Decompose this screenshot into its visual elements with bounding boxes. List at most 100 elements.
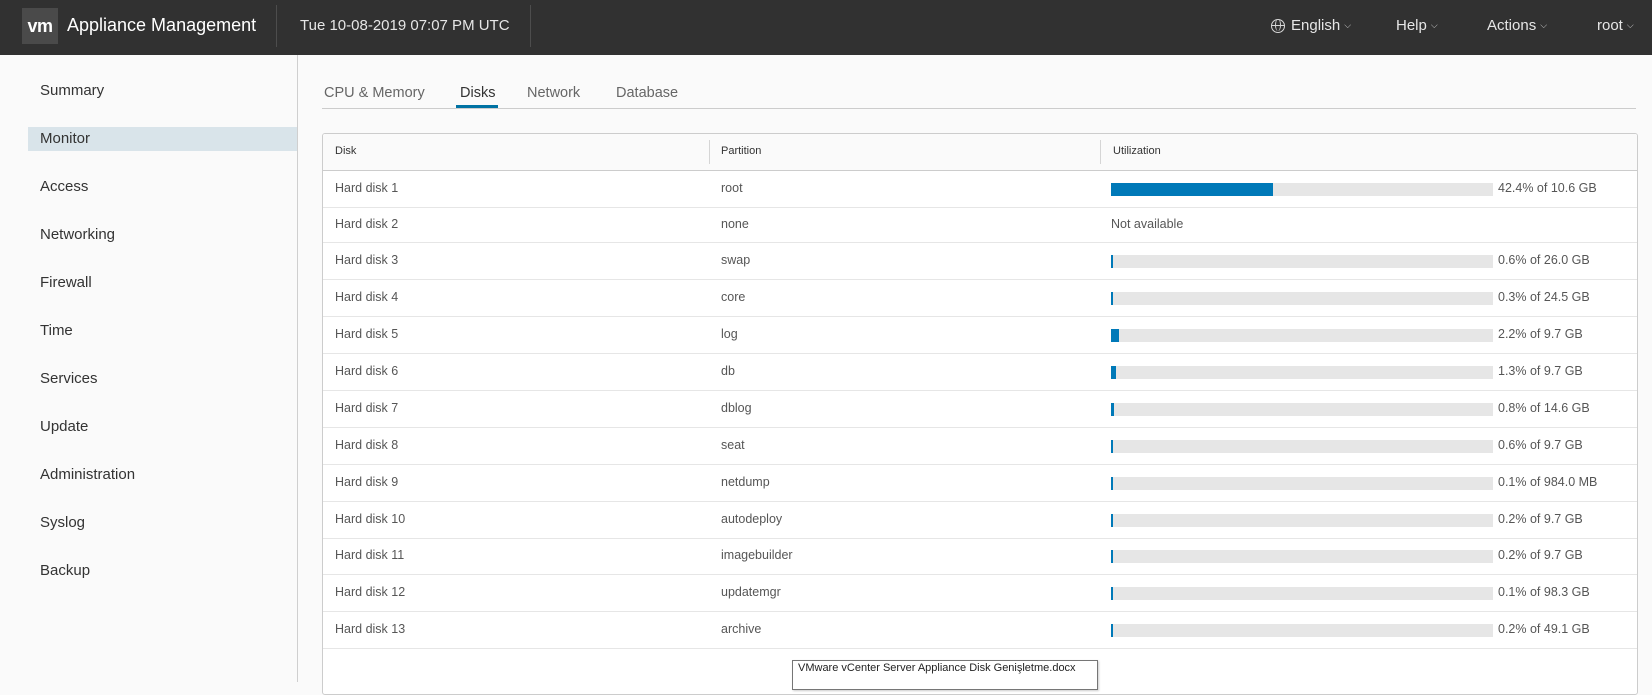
partition-cell: netdump xyxy=(721,475,770,489)
disk-name-cell: Hard disk 9 xyxy=(335,475,399,489)
app-title: Appliance Management xyxy=(67,15,257,35)
table-row[interactable]: Hard disk 12 updatemgr 0.1% of 98.3 GB xyxy=(323,574,1637,612)
tab-cpu-memory[interactable]: CPU & Memory xyxy=(324,85,425,101)
utilization-progress-bar xyxy=(1111,183,1493,196)
disk-name-cell: Hard disk 7 xyxy=(335,401,399,415)
table-row[interactable]: Hard disk 2 none Not available xyxy=(323,207,1637,243)
column-separator[interactable] xyxy=(1100,140,1101,164)
utilization-text: 0.2% of 9.7 GB xyxy=(1498,512,1583,526)
utilization-progress-fill xyxy=(1111,440,1113,453)
top-header: vm Appliance Management Tue 10-08-2019 0… xyxy=(0,0,1652,55)
partition-cell: swap xyxy=(721,253,751,267)
table-row[interactable]: Hard disk 4 core 0.3% of 24.5 GB xyxy=(323,279,1637,317)
vmware-logo[interactable]: vm xyxy=(22,8,58,44)
table-row[interactable]: Hard disk 10 autodeploy 0.2% of 9.7 GB xyxy=(323,501,1637,539)
utilization-progress-fill xyxy=(1111,403,1114,416)
table-row[interactable]: Hard disk 8 seat 0.6% of 9.7 GB xyxy=(323,427,1637,465)
utilization-progress-bar xyxy=(1111,292,1493,305)
sidebar-item-syslog[interactable]: Syslog xyxy=(28,511,297,535)
actions-label: Actions xyxy=(1487,17,1537,34)
sidebar-item-firewall[interactable]: Firewall xyxy=(28,271,297,295)
utilization-progress-fill xyxy=(1111,587,1113,600)
column-header-disk[interactable]: Disk xyxy=(335,145,356,157)
sidebar-item-summary[interactable]: Summary xyxy=(28,79,297,103)
tab-network[interactable]: Network xyxy=(527,85,580,101)
disk-name-cell: Hard disk 3 xyxy=(335,253,399,267)
utilization-progress-bar xyxy=(1111,477,1493,490)
utilization-progress-fill xyxy=(1111,624,1113,637)
header-divider xyxy=(276,5,277,47)
table-row[interactable]: Hard disk 13 archive 0.2% of 49.1 GB xyxy=(323,611,1637,649)
table-row[interactable]: Hard disk 11 imagebuilder 0.2% of 9.7 GB xyxy=(323,538,1637,575)
utilization-progress-bar xyxy=(1111,329,1493,342)
sidebar-item-networking[interactable]: Networking xyxy=(28,223,297,247)
disk-name-cell: Hard disk 12 xyxy=(335,585,406,599)
utilization-text: 0.2% of 9.7 GB xyxy=(1498,548,1583,562)
chevron-down-icon: ⌵ xyxy=(1626,20,1634,30)
utilization-text: 42.4% of 10.6 GB xyxy=(1498,181,1597,195)
monitor-tabs: CPU & Memory Disks Network Database xyxy=(322,79,1636,109)
table-row[interactable]: Hard disk 3 swap 0.6% of 26.0 GB xyxy=(323,242,1637,280)
utilization-text: 0.8% of 14.6 GB xyxy=(1498,401,1590,415)
utilization-text: 0.1% of 98.3 GB xyxy=(1498,585,1590,599)
partition-cell: updatemgr xyxy=(721,585,781,599)
sidebar-item-services[interactable]: Services xyxy=(28,367,297,391)
utilization-progress-bar xyxy=(1111,587,1493,600)
utilization-progress-fill xyxy=(1111,514,1113,527)
disk-name-cell: Hard disk 1 xyxy=(335,181,399,195)
sidebar-item-access[interactable]: Access xyxy=(28,175,297,199)
disk-name-cell: Hard disk 2 xyxy=(335,217,399,231)
utilization-progress-bar xyxy=(1111,624,1493,637)
chevron-down-icon: ⌵ xyxy=(1344,20,1352,30)
utilization-text: 1.3% of 9.7 GB xyxy=(1498,364,1583,378)
utilization-progress-fill xyxy=(1111,255,1113,268)
language-menu[interactable]: English ⌵ xyxy=(1271,17,1351,34)
partition-cell: seat xyxy=(721,438,745,452)
utilization-progress-bar xyxy=(1111,366,1493,379)
table-row[interactable]: Hard disk 9 netdump 0.1% of 984.0 MB xyxy=(323,464,1637,502)
column-header-partition[interactable]: Partition xyxy=(721,145,761,157)
disks-table: Disk Partition Utilization Hard disk 1 ro… xyxy=(322,133,1638,695)
sidebar-item-time[interactable]: Time xyxy=(28,319,297,343)
utilization-text: 0.1% of 984.0 MB xyxy=(1498,475,1598,489)
tab-database[interactable]: Database xyxy=(616,85,678,101)
sidebar-item-administration[interactable]: Administration xyxy=(28,463,297,487)
chevron-down-icon: ⌵ xyxy=(1540,20,1548,30)
user-label: root xyxy=(1597,17,1623,34)
actions-menu[interactable]: Actions ⌵ xyxy=(1487,17,1547,34)
partition-cell: archive xyxy=(721,622,762,636)
utilization-text: 0.2% of 49.1 GB xyxy=(1498,622,1590,636)
partition-cell: root xyxy=(721,181,743,195)
column-header-utilization[interactable]: Utilization xyxy=(1113,145,1161,157)
sidebar-item-update[interactable]: Update xyxy=(28,415,297,439)
sidebar-item-backup[interactable]: Backup xyxy=(28,559,297,583)
utilization-progress-fill xyxy=(1111,366,1116,379)
utilization-text: 0.6% of 26.0 GB xyxy=(1498,253,1590,267)
disk-name-cell: Hard disk 4 xyxy=(335,290,399,304)
help-menu[interactable]: Help ⌵ xyxy=(1396,17,1438,34)
utilization-progress-fill xyxy=(1111,477,1113,490)
table-header: Disk Partition Utilization xyxy=(323,134,1637,171)
partition-cell: db xyxy=(721,364,735,378)
utilization-progress-bar xyxy=(1111,440,1493,453)
user-menu[interactable]: root ⌵ xyxy=(1597,17,1634,34)
header-divider xyxy=(530,5,531,47)
help-label: Help xyxy=(1396,17,1427,34)
disk-name-cell: Hard disk 11 xyxy=(335,548,405,562)
utilization-text: 0.6% of 9.7 GB xyxy=(1498,438,1583,452)
tab-disks[interactable]: Disks xyxy=(460,85,495,101)
utilization-progress-bar xyxy=(1111,550,1493,563)
table-row[interactable]: Hard disk 7 dblog 0.8% of 14.6 GB xyxy=(323,390,1637,428)
utilization-progress-bar xyxy=(1111,514,1493,527)
disk-name-cell: Hard disk 6 xyxy=(335,364,399,378)
table-row[interactable]: Hard disk 6 db 1.3% of 9.7 GB xyxy=(323,353,1637,391)
column-separator[interactable] xyxy=(709,140,710,164)
disk-name-cell: Hard disk 8 xyxy=(335,438,399,452)
main-content: CPU & Memory Disks Network Database Disk… xyxy=(298,55,1652,695)
taskbar-tooltip: VMware vCenter Server Appliance Disk Gen… xyxy=(792,660,1098,690)
table-row[interactable]: Hard disk 1 root 42.4% of 10.6 GB xyxy=(323,170,1637,208)
partition-cell: core xyxy=(721,290,746,304)
sidebar-item-monitor[interactable]: Monitor xyxy=(28,127,297,151)
disk-name-cell: Hard disk 5 xyxy=(335,327,399,341)
table-row[interactable]: Hard disk 5 log 2.2% of 9.7 GB xyxy=(323,316,1637,354)
